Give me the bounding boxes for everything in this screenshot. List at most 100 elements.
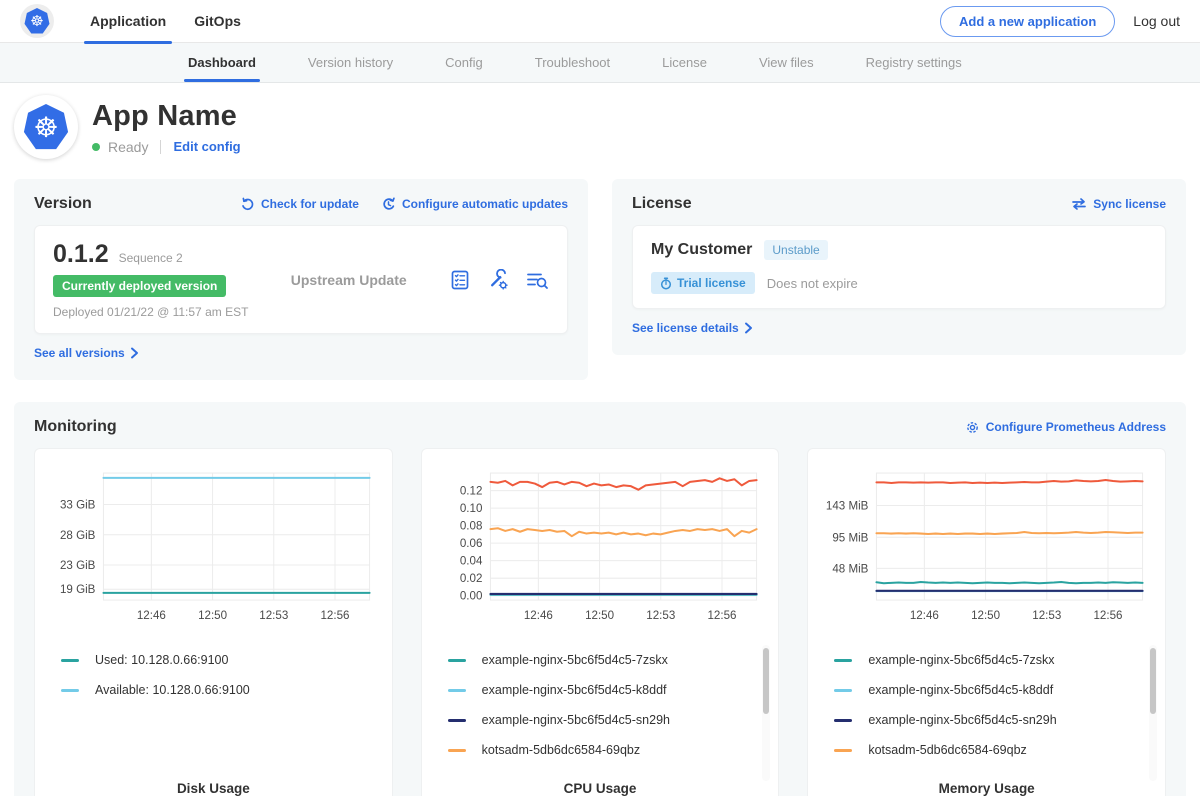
- svg-text:12:46: 12:46: [137, 610, 166, 622]
- legend-dash-icon: [448, 749, 466, 752]
- svg-text:12:50: 12:50: [971, 610, 1000, 622]
- tab-registry-settings[interactable]: Registry settings: [866, 43, 962, 82]
- configure-automatic-updates-link[interactable]: Configure automatic updates: [381, 197, 568, 212]
- app-icon: ☸: [14, 95, 78, 159]
- disk-usage-chart: 33 GiB28 GiB23 GiB19 GiB12:4612:5012:531…: [47, 463, 380, 631]
- refresh-icon: [240, 197, 255, 212]
- legend-dash-icon: [834, 689, 852, 692]
- see-license-details-link[interactable]: See license details: [632, 321, 753, 335]
- logout-link[interactable]: Log out: [1133, 13, 1180, 29]
- legend-item: example-nginx-5bc6f5d4c5-7zskx: [448, 645, 767, 675]
- app-header: ☸ App Name Ready Edit config: [0, 83, 1200, 173]
- check-for-update-link[interactable]: Check for update: [240, 197, 359, 212]
- tab-troubleshoot[interactable]: Troubleshoot: [535, 43, 610, 82]
- tab-config[interactable]: Config: [445, 43, 483, 82]
- auto-update-clock-icon: [381, 197, 396, 212]
- version-panel: Version Check for update Configure au: [14, 179, 588, 380]
- svg-text:0.10: 0.10: [460, 503, 483, 515]
- legend-item: Available: 10.128.0.66:9100: [61, 675, 380, 705]
- svg-text:33 GiB: 33 GiB: [60, 500, 96, 512]
- nav-tab-application-label: Application: [90, 13, 166, 29]
- configure-automatic-updates-label: Configure automatic updates: [402, 197, 568, 211]
- sync-license-label: Sync license: [1093, 197, 1166, 211]
- sync-arrows-icon: [1071, 197, 1087, 211]
- svg-text:12:46: 12:46: [524, 610, 553, 622]
- svg-text:28 GiB: 28 GiB: [60, 530, 96, 542]
- chevron-right-icon: [130, 347, 139, 359]
- license-panel: License Sync license My Customer Unstabl…: [612, 179, 1186, 355]
- legend-item: example-nginx-5bc6f5d4c5-sn29h: [448, 705, 767, 735]
- svg-text:0.12: 0.12: [460, 486, 483, 498]
- svg-text:0.08: 0.08: [460, 521, 483, 533]
- license-type-badge: Trial license: [651, 272, 755, 294]
- tab-license[interactable]: License: [662, 43, 707, 82]
- legend-dash-icon: [448, 659, 466, 662]
- tab-view-files[interactable]: View files: [759, 43, 814, 82]
- view-files-search-icon[interactable]: [525, 269, 549, 291]
- svg-text:0.06: 0.06: [460, 538, 483, 550]
- legend-item: kotsadm-5db6dc6584-69qbz: [834, 735, 1153, 765]
- legend-dash-icon: [448, 689, 466, 692]
- legend-scrollbar-thumb[interactable]: [763, 648, 769, 714]
- configure-prometheus-link[interactable]: Configure Prometheus Address: [965, 420, 1166, 435]
- nav-tab-application[interactable]: Application: [76, 0, 180, 43]
- disk-usage-legend: Used: 10.128.0.66:9100 Available: 10.128.…: [61, 645, 380, 705]
- config-wrench-icon[interactable]: [487, 269, 509, 291]
- tab-version-history[interactable]: Version history: [308, 43, 393, 82]
- legend-label: example-nginx-5bc6f5d4c5-k8ddf: [482, 683, 667, 697]
- svg-text:95 MiB: 95 MiB: [833, 532, 869, 544]
- add-application-button[interactable]: Add a new application: [940, 6, 1115, 37]
- kubernetes-wheel-icon: ☸: [23, 104, 69, 150]
- memory-usage-title: Memory Usage: [820, 765, 1153, 796]
- svg-text:12:50: 12:50: [585, 610, 614, 622]
- svg-text:0.04: 0.04: [460, 556, 483, 568]
- sync-license-link[interactable]: Sync license: [1071, 197, 1166, 211]
- gear-icon: [965, 420, 980, 435]
- stopwatch-icon: [660, 277, 672, 290]
- legend-dash-icon: [448, 719, 466, 722]
- legend-item: example-nginx-5bc6f5d4c5-k8ddf: [448, 675, 767, 705]
- legend-item: kotsadm-5db6dc6584-69qbz: [448, 735, 767, 765]
- svg-text:19 GiB: 19 GiB: [60, 584, 96, 596]
- license-info-card: My Customer Unstable Trial license Does …: [632, 225, 1166, 309]
- legend-scrollbar-thumb[interactable]: [1150, 648, 1156, 714]
- tab-dashboard[interactable]: Dashboard: [188, 43, 256, 82]
- version-panel-title: Version: [34, 195, 92, 213]
- license-panel-title: License: [632, 195, 692, 213]
- sequence-label: Sequence 2: [119, 251, 183, 265]
- see-all-versions-label: See all versions: [34, 346, 125, 360]
- legend-dash-icon: [834, 749, 852, 752]
- legend-label: example-nginx-5bc6f5d4c5-7zskx: [868, 653, 1054, 667]
- license-type-label: Trial license: [677, 276, 746, 290]
- cpu-usage-legend: example-nginx-5bc6f5d4c5-7zskx example-ng…: [448, 645, 767, 765]
- legend-item: example-nginx-5bc6f5d4c5-k8ddf: [834, 675, 1153, 705]
- kubernetes-logo-button[interactable]: ☸: [20, 4, 54, 38]
- legend-label: kotsadm-5db6dc6584-69qbz: [868, 743, 1026, 757]
- legend-label: Used: 10.128.0.66:9100: [95, 653, 228, 667]
- svg-text:12:46: 12:46: [910, 610, 939, 622]
- current-version-card: 0.1.2 Sequence 2 Currently deployed vers…: [34, 225, 568, 334]
- nav-tab-gitops[interactable]: GitOps: [180, 0, 255, 43]
- edit-config-link[interactable]: Edit config: [173, 139, 240, 154]
- legend-label: Available: 10.128.0.66:9100: [95, 683, 250, 697]
- legend-dash-icon: [834, 719, 852, 722]
- page-title: App Name: [92, 100, 241, 133]
- svg-text:48 MiB: 48 MiB: [833, 563, 869, 575]
- legend-item: example-nginx-5bc6f5d4c5-sn29h: [834, 705, 1153, 735]
- top-nav: ☸ Application GitOps Add a new applicati…: [0, 0, 1200, 43]
- svg-text:12:53: 12:53: [646, 610, 675, 622]
- cpu-usage-card: 0.120.100.080.060.040.020.0012:4612:5012…: [421, 448, 780, 796]
- configure-prometheus-label: Configure Prometheus Address: [986, 420, 1166, 434]
- deployed-timestamp: Deployed 01/21/22 @ 11:57 am EST: [53, 305, 248, 319]
- see-license-details-label: See license details: [632, 321, 739, 335]
- monitoring-panel: Monitoring Configure Prometheus Address …: [14, 402, 1186, 796]
- legend-label: example-nginx-5bc6f5d4c5-sn29h: [482, 713, 670, 727]
- see-all-versions-link[interactable]: See all versions: [34, 346, 139, 360]
- status-text: Ready: [108, 139, 148, 155]
- customer-name: My Customer: [651, 241, 752, 259]
- kubernetes-wheel-icon: ☸: [24, 8, 50, 34]
- svg-text:12:56: 12:56: [320, 610, 349, 622]
- svg-text:12:53: 12:53: [259, 610, 288, 622]
- version-number: 0.1.2: [53, 240, 109, 269]
- preflight-checks-icon[interactable]: [449, 269, 471, 291]
